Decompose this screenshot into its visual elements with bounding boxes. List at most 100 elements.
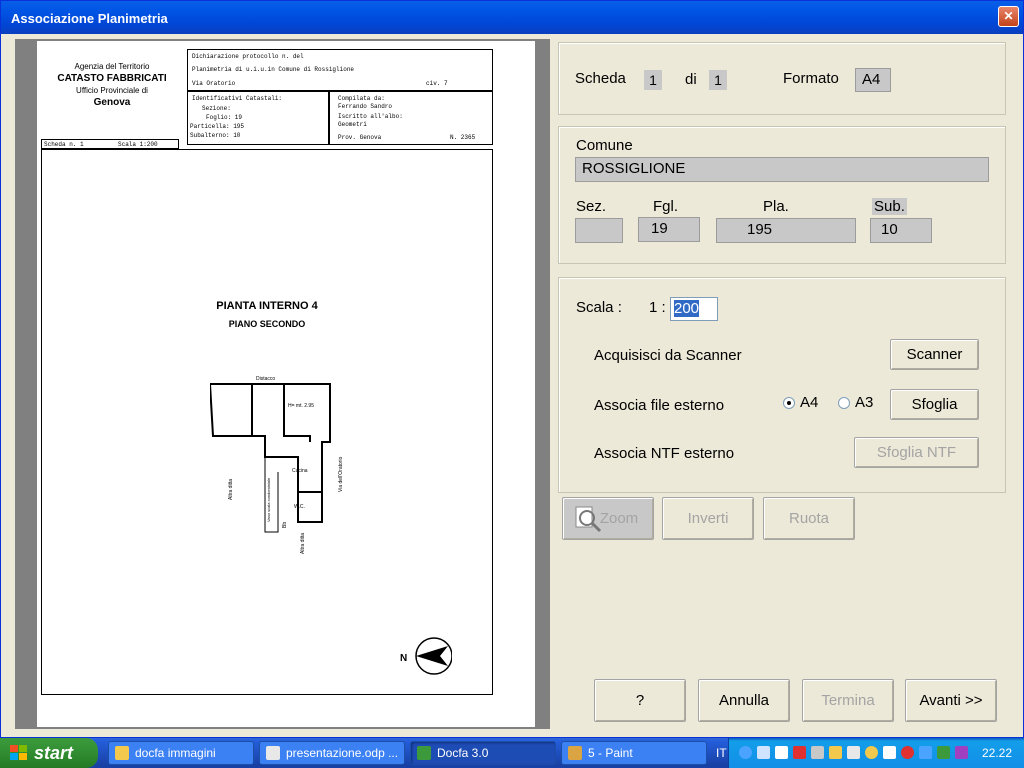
id-subalterno: Subalterno: 10 [190, 132, 241, 139]
annulla-button[interactable]: Annulla [698, 679, 790, 722]
help-button[interactable]: ? [594, 679, 686, 722]
tray-app-icon[interactable] [919, 746, 932, 759]
window-title: Associazione Planimetria [11, 11, 168, 26]
identificativi-box: Identificativi Catastali: Sezione: Fogli… [187, 91, 329, 145]
plan-title: PIANTA INTERNO 4 [216, 300, 318, 312]
scheda-scala-box: Scheda n. 1 Scala 1:200 [41, 139, 179, 149]
compilata-box: Compilata da: Ferrando Sandro Iscritto a… [329, 91, 493, 145]
acquisisci-label: Acquisisci da Scanner [594, 347, 742, 364]
plan-label-altra-ditta-2: Altra ditta [300, 533, 306, 554]
plan-frame: PIANTA INTERNO 4 PIANO SECONDO Distacco … [41, 149, 493, 695]
paint-icon [568, 746, 582, 760]
start-button[interactable]: start [0, 738, 98, 768]
scala-prefix: 1 : [649, 299, 666, 316]
radio-a3[interactable] [838, 397, 850, 409]
taskbar: start docfa immagini presentazione.odp .… [0, 738, 1024, 768]
zoom-button[interactable]: Zoom [562, 497, 654, 540]
via-line: Via Oratorio [192, 80, 236, 87]
scala-label-ui: Scala : [576, 299, 622, 316]
start-label: start [34, 743, 74, 763]
tray-app-icon[interactable] [829, 746, 842, 759]
inverti-button[interactable]: Inverti [662, 497, 754, 540]
ufficio-city: Genova [93, 97, 131, 108]
zoom-label: Zoom [599, 510, 639, 527]
prov-value: Prov. Genova [338, 134, 382, 141]
ufficio-label: Ufficio Provinciale di [76, 86, 148, 95]
sfoglia-button[interactable]: Sfoglia [890, 389, 979, 420]
catasto-label: CATASTO FABBRICATI [57, 73, 167, 84]
language-indicator[interactable]: IT [716, 738, 727, 768]
window-titlebar[interactable]: Associazione Planimetria ✕ [1, 1, 1023, 34]
bluetooth-icon[interactable] [883, 746, 896, 759]
docfa-app-icon [417, 746, 431, 760]
tray-app-icon[interactable] [775, 746, 788, 759]
planimetria-preview[interactable]: Agenzia del Territorio CATASTO FABBRICAT… [15, 39, 550, 729]
iscritto-label: Iscritto all'albo: [338, 113, 403, 120]
planimetria-sheet: Agenzia del Territorio CATASTO FABBRICAT… [37, 41, 535, 727]
plan-label-h: H= mt. 2.95 [288, 403, 314, 409]
tray-app-icon[interactable] [793, 746, 806, 759]
id-foglio: Foglio: 19 [206, 114, 243, 121]
tray-app-icon[interactable] [865, 746, 878, 759]
radio-a3-label: A3 [855, 394, 874, 411]
scheda-panel: Scheda 1 di 1 Formato A4 [558, 42, 1006, 115]
scala-input-value: 200 [674, 300, 700, 317]
scheda-total: 1 [709, 70, 727, 90]
taskbar-item-presentazione[interactable]: presentazione.odp ... [259, 741, 405, 765]
pla-label: Pla. [763, 198, 789, 215]
comune-label: Comune [576, 137, 633, 154]
compass-n-label: N [400, 653, 407, 664]
comune-field: ROSSIGLIONE [575, 157, 989, 182]
tray-app-icon[interactable] [937, 746, 950, 759]
identificativi-title: Identificativi Catastali: [192, 95, 283, 102]
tray-app-icon[interactable] [811, 746, 824, 759]
taskbar-item-docfa[interactable]: Docfa 3.0 [410, 741, 556, 765]
compilata-name: Ferrando Sandro [338, 103, 393, 110]
document-icon [266, 746, 280, 760]
scanner-button[interactable]: Scanner [890, 339, 979, 370]
taskbar-item-paint[interactable]: 5 - Paint [561, 741, 707, 765]
scheda-label: Scheda [575, 70, 626, 87]
scala-input[interactable]: 200 [670, 297, 718, 321]
close-icon[interactable]: ✕ [998, 6, 1019, 27]
sub-field: 10 [870, 218, 932, 243]
formato-field: A4 [855, 68, 891, 92]
clock[interactable]: 22.22 [982, 738, 1012, 768]
plan-label-vano-scala: Vano scala condominiale [266, 477, 271, 522]
file-esterno-label: Associa file esterno [594, 397, 725, 414]
tray-app-icon[interactable] [955, 746, 968, 759]
task-label: Docfa 3.0 [437, 746, 489, 760]
planimetria-line: Planimetria di u.i.u.in Comune di Rossig… [192, 66, 355, 73]
sub-label: Sub. [872, 198, 907, 215]
formato-label: Formato [783, 70, 839, 87]
sfoglia-ntf-button[interactable]: Sfoglia NTF [854, 437, 979, 468]
id-sezione: Sezione: [202, 105, 231, 112]
avanti-button[interactable]: Avanti >> [905, 679, 997, 722]
acquisizione-panel: Scala : 1 : 200 Acquisisci da Scanner Sc… [558, 277, 1006, 493]
civico-line: civ. 7 [426, 80, 448, 87]
plan-label-distacco: Distacco [256, 376, 275, 382]
num-value: N. 2365 [450, 134, 476, 141]
fgl-field: 19 [638, 217, 700, 242]
scala-label: Scala 1:200 [118, 141, 158, 148]
chevron-left-icon[interactable] [739, 746, 752, 759]
taskbar-item-docfa-immagini[interactable]: docfa immagini [108, 741, 254, 765]
radio-a4-label: A4 [800, 394, 819, 411]
system-tray: 22.22 [728, 738, 1024, 768]
id-particella: Particella: 195 [190, 123, 245, 130]
scheda-value: 1 [644, 70, 662, 90]
radio-a4[interactable] [783, 397, 795, 409]
tray-app-icon[interactable] [901, 746, 914, 759]
di-label: di [685, 71, 697, 88]
tray-app-icon[interactable] [847, 746, 860, 759]
task-label: 5 - Paint [588, 746, 633, 760]
plan-subtitle: PIANO SECONDO [228, 319, 306, 329]
termina-button[interactable]: Termina [802, 679, 894, 722]
task-label: docfa immagini [135, 746, 216, 760]
ruota-button[interactable]: Ruota [763, 497, 855, 540]
plan-label-bb: Bb [282, 522, 288, 528]
dichiarazione-line: Dichiarazione protocollo n. del [192, 53, 304, 60]
task-label: presentazione.odp ... [286, 746, 399, 760]
tray-app-icon[interactable] [757, 746, 770, 759]
magnifier-icon [575, 506, 602, 533]
